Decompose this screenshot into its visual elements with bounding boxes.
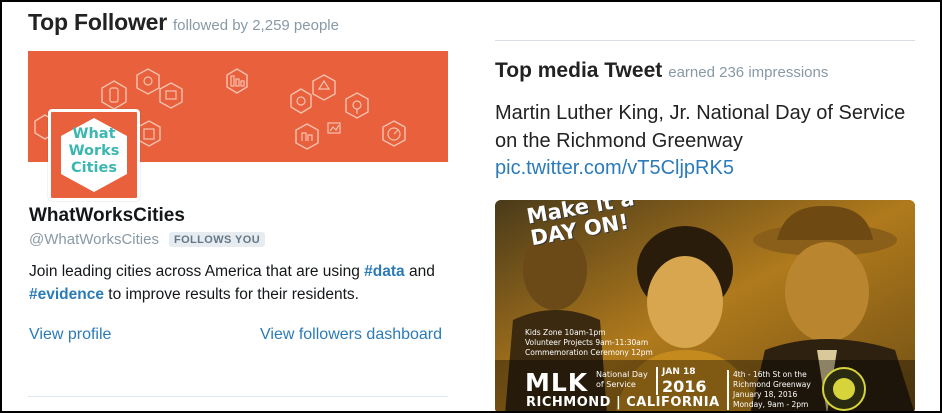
top-follower-subtitle: followed by 2,259 people xyxy=(173,17,339,34)
bio-text-2: and xyxy=(404,263,435,280)
tweet-text: Martin Luther King, Jr. National Day of … xyxy=(495,102,906,152)
location-line-3: January 18, 2016 xyxy=(733,390,798,399)
poster-city: RICHMOND | CALIFORNIA xyxy=(526,395,720,410)
top-follower-title: Top Follower xyxy=(28,9,167,35)
bio-text-3: to improve results for their residents. xyxy=(103,286,359,303)
schedule-line-3: Commemoration Ceremony 12pm xyxy=(525,348,653,357)
poster-mlk: MLK xyxy=(525,368,589,397)
location-line-2: Richmond Greenway xyxy=(733,380,811,389)
top-media-tweet-panel: Top media Tweet earned 236 impressions Ma… xyxy=(495,2,917,411)
top-media-subtitle: earned 236 impressions xyxy=(668,64,829,81)
view-profile-link[interactable]: View profile xyxy=(29,326,111,344)
logo-line-1: What xyxy=(72,126,116,142)
location-line-4: Monday, 9am - 2pm xyxy=(733,400,809,409)
profile-bio: Join leading cities across America that … xyxy=(29,260,449,306)
nds-line-2: of Service xyxy=(596,380,636,389)
logo-line-2: Works xyxy=(68,143,120,159)
profile-handle: @WhatWorksCities xyxy=(29,231,159,248)
handle-row: @WhatWorksCities FOLLOWS YOU xyxy=(29,231,266,249)
poster-location: 4th - 16th St on the Richmond Greenway J… xyxy=(727,370,811,410)
nds-line-1: National Day xyxy=(596,370,648,379)
top-media-header: Top media Tweet earned 236 impressions xyxy=(495,59,828,83)
poster-schedule: Kids Zone 10am-1pm Volunteer Projects 9a… xyxy=(525,328,653,358)
logo-line-3: Cities xyxy=(71,160,117,176)
poster-date: JAN 18 2016 xyxy=(656,367,707,395)
tweet-media-link[interactable]: pic.twitter.com/vT5CljpRK5 xyxy=(495,157,734,180)
avatar[interactable]: What Works Cities xyxy=(48,109,140,201)
hashtag-evidence-link[interactable]: #evidence xyxy=(29,286,104,303)
schedule-line-1: Kids Zone 10am-1pm xyxy=(525,328,606,337)
hashtag-data-link[interactable]: #data xyxy=(364,263,405,280)
tweet-media-image[interactable]: Make it a DAY ON! Kids Zone 10am-1pm Vol… xyxy=(495,200,915,411)
poster-date-year: 2016 xyxy=(662,377,707,396)
top-media-title: Top media Tweet xyxy=(495,59,663,82)
logo-text: What Works Cities xyxy=(51,126,137,177)
divider xyxy=(495,40,915,41)
follows-you-badge: FOLLOWS YOU xyxy=(168,232,266,247)
poster-national-day: National Day of Service xyxy=(596,370,648,390)
analytics-card: Top Follower followed by 2,259 people Wh… xyxy=(0,0,942,413)
divider xyxy=(28,396,448,397)
top-follower-panel: Top Follower followed by 2,259 people Wh… xyxy=(28,2,450,411)
top-follower-header: Top Follower followed by 2,259 people xyxy=(28,9,339,36)
bio-text-1: Join leading cities across America that … xyxy=(29,263,365,280)
schedule-line-2: Volunteer Projects 9am-11:30am xyxy=(525,338,649,347)
seal-center xyxy=(833,378,855,400)
greenway-seal-icon xyxy=(822,367,866,411)
profile-name[interactable]: WhatWorksCities xyxy=(29,205,185,227)
location-line-1: 4th - 16th St on the xyxy=(733,370,807,379)
view-followers-dashboard-link[interactable]: View followers dashboard xyxy=(260,326,442,344)
